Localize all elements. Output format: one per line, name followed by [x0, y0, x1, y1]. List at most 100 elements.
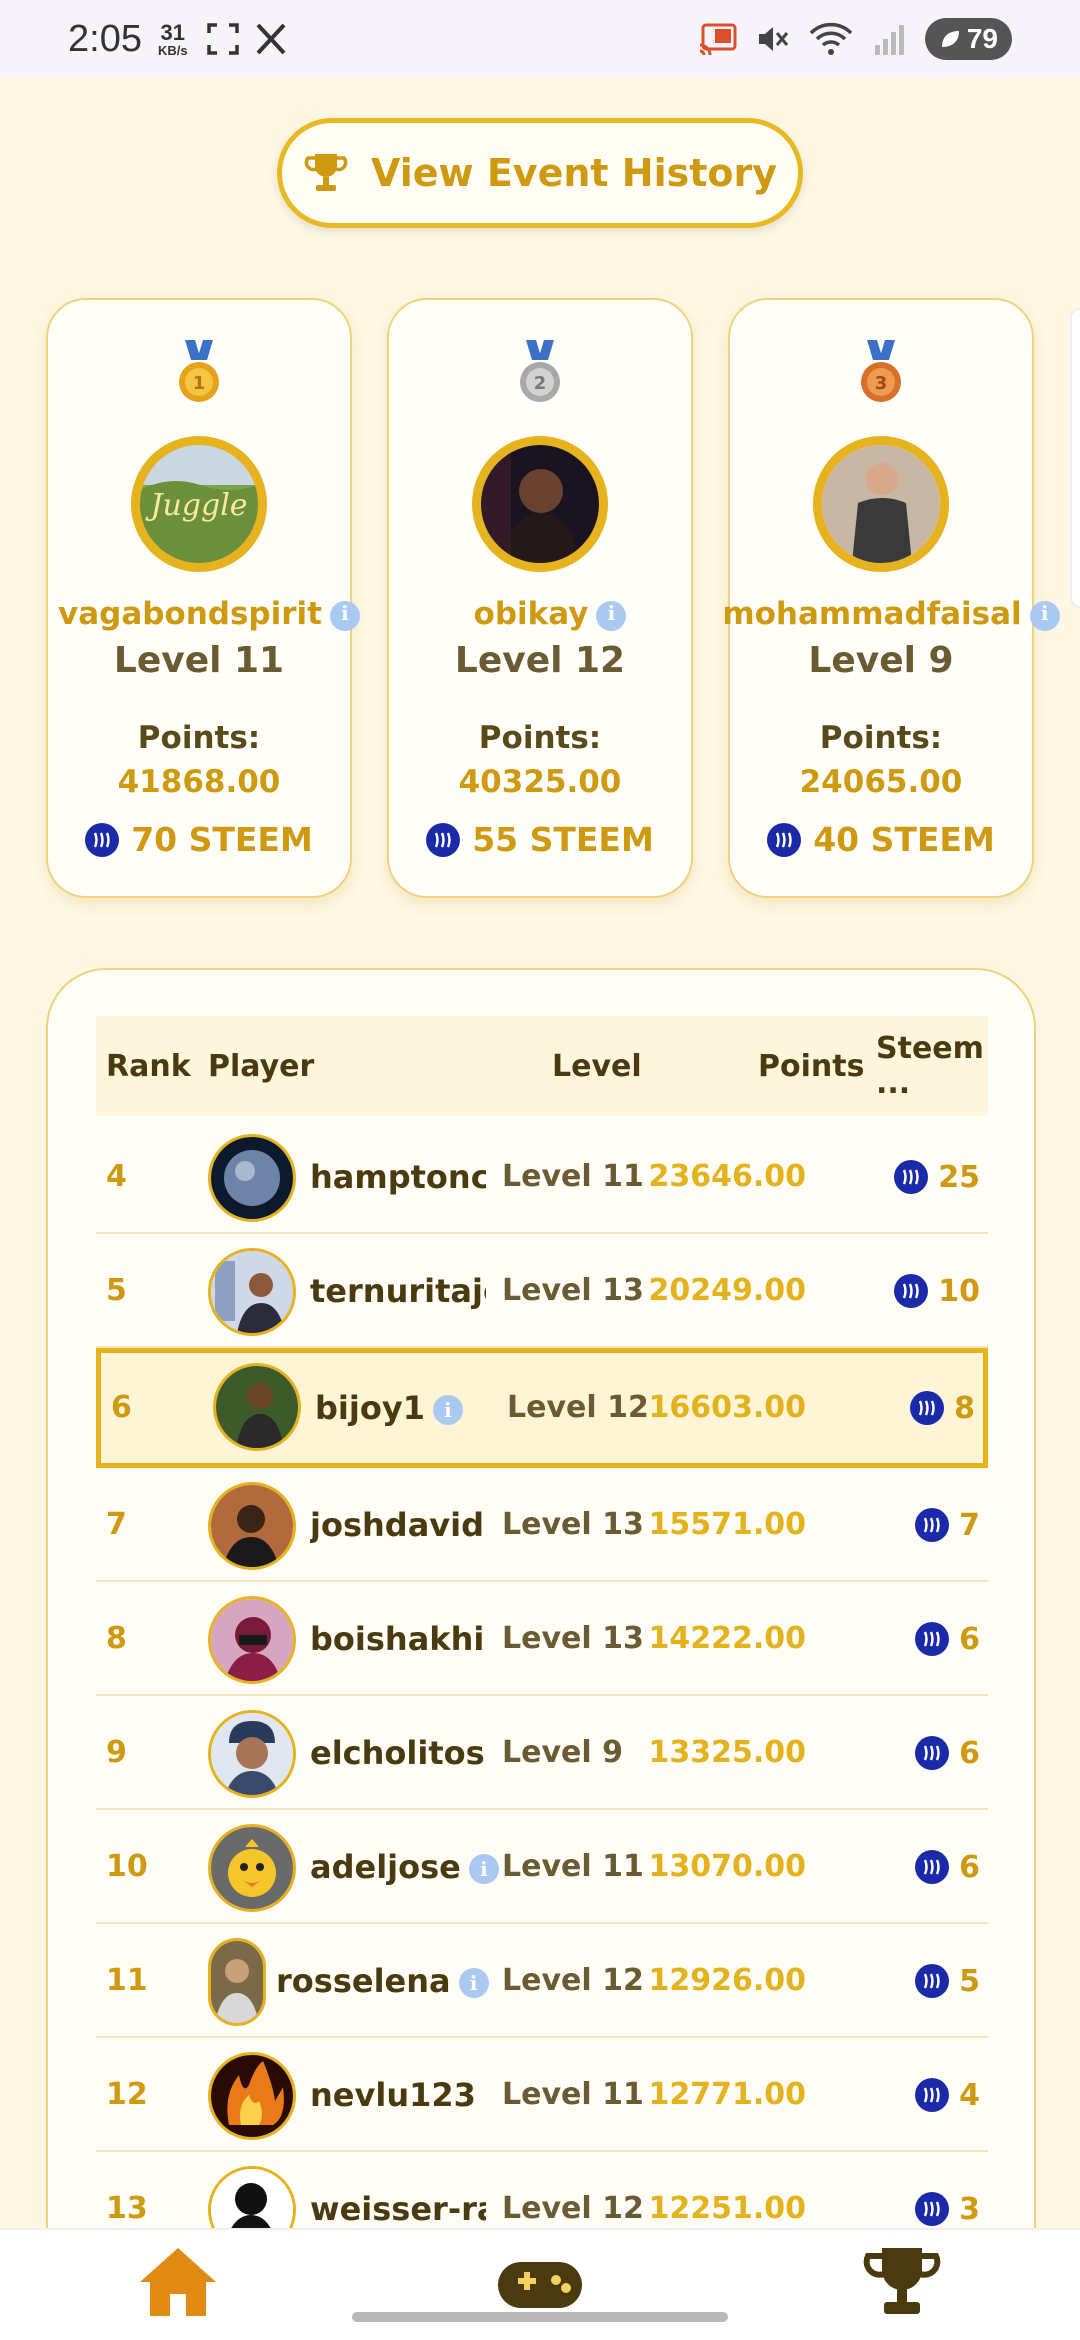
steem-icon — [894, 1274, 929, 1308]
info-icon[interactable]: i — [432, 1395, 463, 1425]
table-row[interactable]: 9 elcholitosa Level 9 13325.00 6 — [96, 1696, 988, 1810]
info-icon[interactable]: i — [329, 600, 360, 631]
row-steem: 5 — [915, 1924, 980, 2038]
player-avatar — [208, 1938, 266, 2026]
table-row[interactable]: 11 rosselena i Level 12 12926.00 5 — [96, 1924, 988, 2038]
player-avatar — [813, 436, 949, 572]
steem-icon — [915, 1508, 950, 1542]
info-icon[interactable]: i — [1029, 600, 1060, 631]
row-points: 16603.00 — [648, 1390, 806, 1425]
points-label: Points: — [819, 720, 943, 756]
player-avatar — [213, 1363, 301, 1451]
row-player: boishakhi1 — [310, 1620, 486, 1658]
player-avatar — [208, 1248, 296, 1336]
network-speed-value: 31 — [160, 19, 186, 45]
row-points: 23646.00 — [648, 1159, 806, 1194]
row-rank: 5 — [106, 1273, 127, 1308]
row-player: joshdavid — [310, 1506, 485, 1544]
steem-icon — [915, 1736, 950, 1770]
row-points: 14222.00 — [648, 1621, 806, 1656]
view-event-history-button[interactable]: View Event History — [277, 118, 803, 228]
steem-icon — [915, 1622, 950, 1656]
player-avatar — [208, 1824, 296, 1912]
header-steem[interactable]: Steem ... — [876, 1031, 988, 1101]
row-steem: 4 — [915, 2038, 980, 2152]
player-avatar — [208, 1710, 296, 1798]
player-avatar — [472, 436, 608, 572]
steem-icon — [915, 2192, 950, 2226]
row-rank: 12 — [106, 2077, 148, 2112]
svg-text:2: 2 — [534, 373, 547, 394]
row-points: 12771.00 — [648, 2077, 806, 2112]
leaderboard-table: Rank Player Level Points Steem ... 4 ham… — [46, 968, 1036, 2340]
gamepad-icon — [498, 2262, 582, 2308]
podium-level: Level 12 — [454, 640, 626, 681]
row-steem: 25 — [894, 1120, 980, 1234]
nav-games[interactable] — [496, 2256, 584, 2316]
view-event-history-label: View Event History — [370, 151, 778, 195]
home-indicator[interactable] — [352, 2312, 728, 2322]
steem-icon — [426, 822, 461, 857]
row-player: rosselena i — [276, 1924, 536, 2038]
signal-icon — [874, 25, 904, 55]
podium-username: mohammadfaisal i — [710, 596, 1072, 632]
network-speed: 31 KB/s — [157, 19, 188, 58]
table-row[interactable]: 7 joshdavid Level 13 15571.00 7 — [96, 1468, 988, 1582]
table-row-current-user[interactable]: 6 bijoy1 i Level 12 16603.00 8 — [96, 1348, 988, 1468]
podium-level: Level 9 — [808, 640, 954, 681]
row-level: Level 11 — [502, 1849, 644, 1884]
podium-card-second[interactable]: 2 obikay i Level 12 Points: 40325.00 55 S… — [387, 298, 693, 898]
network-speed-unit: KB/s — [157, 42, 188, 58]
svg-text:Juggle: Juggle — [144, 488, 247, 523]
row-points: 15571.00 — [648, 1507, 806, 1542]
points-value: 41868.00 — [117, 764, 281, 800]
podium-card-first[interactable]: 1 Juggle vagabondspirit i Level 11 Points… — [46, 298, 360, 898]
steem-icon — [894, 1160, 929, 1194]
row-rank: 11 — [106, 1963, 148, 1998]
steem-icon — [915, 1964, 950, 1998]
row-player: ternuritaje — [310, 1272, 486, 1310]
player-avatar — [208, 2052, 296, 2140]
row-rank: 8 — [106, 1621, 127, 1656]
nav-leaderboard[interactable] — [862, 2244, 942, 2324]
row-level: Level 12 — [502, 1963, 644, 1998]
row-level: Level 9 — [502, 1735, 623, 1770]
row-level: Level 11 — [502, 1159, 644, 1194]
row-rank: 4 — [106, 1159, 127, 1194]
points-label: Points: — [137, 720, 261, 756]
player-avatar — [208, 1596, 296, 1684]
header-level[interactable]: Level — [552, 1049, 642, 1084]
row-level: Level 13 — [502, 1507, 644, 1542]
row-player: hamptoncc — [310, 1158, 486, 1196]
header-rank[interactable]: Rank — [106, 1049, 191, 1084]
row-points: 13325.00 — [648, 1735, 806, 1770]
table-header: Rank Player Level Points Steem ... — [96, 1016, 988, 1116]
row-rank: 9 — [106, 1735, 127, 1770]
trophy-icon — [304, 154, 348, 191]
info-icon[interactable]: i — [596, 600, 627, 631]
header-player[interactable]: Player — [208, 1049, 314, 1084]
info-icon[interactable]: i — [468, 1854, 499, 1884]
table-row[interactable]: 5 ternuritaje Level 13 20249.00 10 — [96, 1234, 988, 1348]
table-row[interactable]: 8 boishakhi1 Level 13 14222.00 6 — [96, 1582, 988, 1696]
table-row[interactable]: 4 hamptoncc Level 11 23646.00 25 — [96, 1120, 988, 1234]
row-steem: 6 — [915, 1810, 980, 1924]
row-player: nevlu123 — [310, 2076, 476, 2114]
header-points[interactable]: Points — [758, 1049, 864, 1084]
status-time: 2:05 — [68, 17, 142, 60]
row-player: elcholitosa — [310, 1734, 486, 1772]
row-level: Level 12 — [507, 1390, 649, 1425]
info-icon[interactable]: i — [458, 1968, 489, 1998]
nav-home[interactable] — [136, 2244, 220, 2324]
row-level: Level 13 — [502, 1273, 644, 1308]
table-row[interactable]: 12 nevlu123 Level 11 12771.00 4 — [96, 2038, 988, 2152]
steem-icon — [915, 2078, 950, 2112]
row-steem: 10 — [894, 1234, 980, 1348]
podium-card-third[interactable]: 3 mohammadfaisal i Level 9 Points: 24065.… — [722, 298, 1060, 898]
row-points: 13070.00 — [648, 1849, 806, 1884]
podium-card-partial — [1070, 308, 1080, 608]
table-row[interactable]: 10 adeljose i Level 11 13070.00 6 — [96, 1810, 988, 1924]
leaf-icon — [941, 31, 959, 47]
screenshot-icon — [206, 23, 239, 55]
points-value: 24065.00 — [799, 764, 963, 800]
